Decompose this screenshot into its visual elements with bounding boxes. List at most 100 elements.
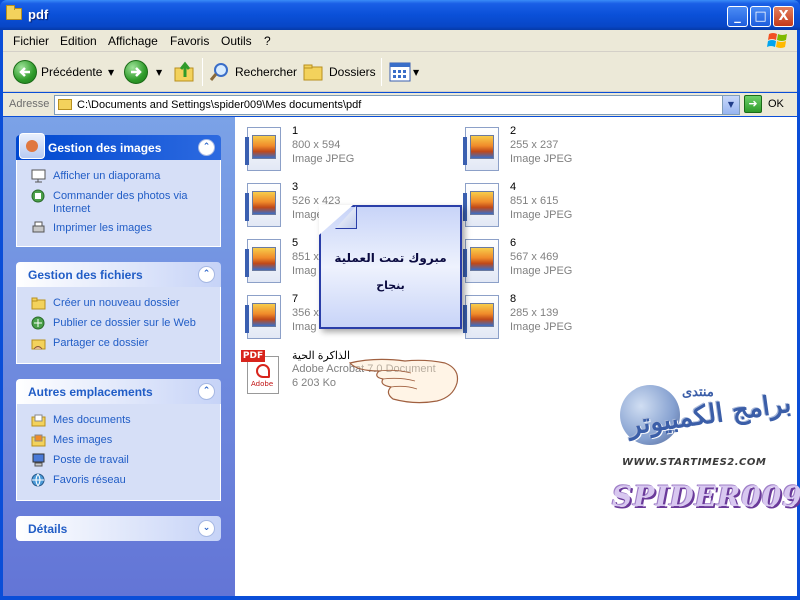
panel-other-places: Autres emplacements ⌃ Mes documents Mes … (16, 379, 221, 501)
maximize-button[interactable]: □ (750, 6, 771, 27)
search-icon[interactable] (209, 61, 231, 83)
menu-help[interactable]: ? (264, 34, 271, 48)
go-button[interactable]: OK (768, 98, 784, 110)
file-name: الذاكرة الحية (292, 350, 351, 362)
file-item[interactable]: 8 285 x 139 Image JPEG (453, 290, 663, 342)
publish-web-icon (31, 316, 45, 330)
slideshow-icon (31, 169, 46, 183)
message-line-1: مبروك تمت العملية (334, 251, 447, 265)
menu-edition[interactable]: Edition (60, 34, 97, 48)
share-folder-icon (31, 339, 46, 350)
collapse-chevron-icon[interactable]: ⌃ (198, 266, 215, 283)
my-pictures-icon (31, 434, 46, 447)
file-list: 1 800 x 594 Image JPEG 2 255 x 237 Image… (235, 117, 797, 596)
file-dimensions: 285 x 139 (510, 307, 559, 319)
toolbar: Précédente ▼ ▼ Rechercher Dossiers ▼ (3, 52, 797, 92)
go-arrow-icon[interactable]: ➜ (744, 95, 762, 113)
panel-body: Créer un nouveau dossier Publier ce doss… (16, 287, 221, 364)
address-path[interactable]: C:\Documents and Settings\spider009\Mes … (77, 99, 361, 111)
folder-icon (58, 99, 72, 110)
pdf-icon: PDF Adobe (241, 350, 281, 394)
title-bar[interactable]: pdf _ □ X (0, 0, 800, 30)
file-name: 2 (510, 125, 517, 137)
panel-header[interactable]: Autres emplacements ⌃ (16, 379, 221, 404)
jpeg-image-icon (463, 183, 501, 227)
menu-outils[interactable]: Outils (221, 34, 252, 48)
file-name: 4 (510, 181, 517, 193)
file-type: Imag (292, 321, 317, 333)
search-button[interactable]: Rechercher (235, 65, 297, 79)
folders-icon[interactable] (303, 62, 325, 82)
file-name: 5 (292, 237, 299, 249)
file-item[interactable]: 1 800 x 594 Image JPEG (235, 122, 445, 174)
file-name: 3 (292, 181, 299, 193)
back-button[interactable]: Précédente (41, 65, 102, 79)
views-icon[interactable] (389, 62, 411, 82)
folders-button[interactable]: Dossiers (329, 65, 376, 79)
watermark-url: WWW.STARTIMES2.COM (622, 457, 767, 468)
menu-affichage[interactable]: Affichage (108, 34, 158, 48)
forward-dropdown-icon[interactable]: ▼ (156, 68, 162, 77)
file-item[interactable]: 4 851 x 615 Image JPEG (453, 178, 663, 230)
file-name: 8 (510, 293, 517, 305)
address-bar: Adresse C:\Documents and Settings\spider… (3, 93, 797, 116)
file-item[interactable]: 2 255 x 237 Image JPEG (453, 122, 663, 174)
panel-title: Détails (28, 522, 68, 536)
printer-icon (32, 221, 45, 233)
panel-title: Gestion des images (48, 141, 162, 155)
toolbar-separator (202, 58, 203, 86)
jpeg-image-icon (463, 295, 501, 339)
order-photos-icon (31, 189, 45, 203)
back-arrow-icon[interactable] (13, 60, 37, 84)
minimize-button[interactable]: _ (727, 6, 748, 27)
file-name: 6 (510, 237, 517, 249)
panel-file-tasks: Gestion des fichiers ⌃ Créer un nouveau … (16, 262, 221, 364)
collapse-chevron-icon[interactable]: ⌃ (198, 139, 215, 156)
file-dimensions: 356 x (292, 307, 319, 319)
file-type: Imag (292, 265, 317, 277)
back-dropdown-icon[interactable]: ▼ (108, 68, 114, 77)
folder-up-icon[interactable] (173, 60, 197, 84)
windows-logo-icon (767, 33, 787, 48)
file-dimensions: 851 x (292, 251, 319, 263)
close-button[interactable]: X (773, 6, 794, 27)
file-type: Image JPEG (510, 321, 573, 333)
menu-bar: Fichier Edition Affichage Favoris Outils… (3, 30, 797, 52)
jpeg-image-icon (245, 239, 283, 283)
toolbar-separator (381, 58, 382, 86)
file-dimensions: 800 x 594 (292, 139, 341, 151)
panel-details: Détails ⌄ (16, 516, 221, 541)
address-input[interactable]: C:\Documents and Settings\spider009\Mes … (54, 95, 740, 115)
forward-arrow-icon[interactable] (124, 60, 148, 84)
file-dimensions: 851 x 615 (510, 195, 559, 207)
panel-header[interactable]: Détails ⌄ (16, 516, 221, 541)
file-item[interactable]: 6 567 x 469 Image JPEG (453, 234, 663, 286)
file-type: Image JPEG (510, 265, 573, 277)
file-type: Image JPEG (510, 153, 573, 165)
views-dropdown-icon[interactable]: ▼ (413, 68, 419, 77)
panel-header[interactable]: Gestion des fichiers ⌃ (16, 262, 221, 287)
network-icon (31, 473, 45, 487)
jpeg-image-icon (463, 239, 501, 283)
expand-chevron-icon[interactable]: ⌄ (198, 520, 215, 537)
watermark-small-text: منتدى (682, 385, 714, 400)
panel-body: Mes documents Mes images Poste de travai… (16, 404, 221, 501)
pointing-hand-icon (348, 358, 459, 404)
jpeg-image-icon (245, 127, 283, 171)
address-dropdown-icon[interactable]: ▼ (722, 96, 739, 114)
file-name: 7 (292, 293, 299, 305)
jpeg-image-icon (245, 183, 283, 227)
file-type: Image JPEG (510, 209, 573, 221)
folder-icon (6, 5, 22, 20)
panel-header[interactable]: Gestion des images ⌃ (16, 133, 221, 160)
window-title: pdf (28, 7, 49, 22)
image-tasks-icon (19, 133, 45, 159)
explorer-window: pdf _ □ X Fichier Edition Affichage Favo… (0, 0, 800, 600)
menu-favoris[interactable]: Favoris (170, 34, 209, 48)
computer-icon (32, 453, 45, 467)
menu-fichier[interactable]: Fichier (13, 34, 49, 48)
collapse-chevron-icon[interactable]: ⌃ (198, 383, 215, 400)
file-name: 1 (292, 125, 299, 137)
panel-title: Autres emplacements (28, 385, 153, 399)
my-documents-icon (31, 414, 46, 427)
